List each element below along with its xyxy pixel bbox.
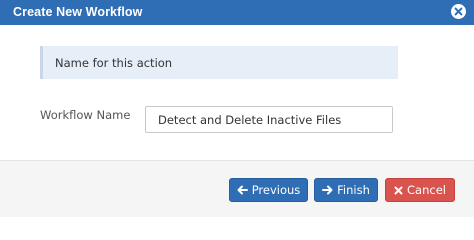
close-button[interactable] bbox=[451, 4, 466, 19]
previous-button[interactable]: Previous bbox=[229, 178, 308, 202]
finish-label: Finish bbox=[337, 183, 370, 197]
finish-button[interactable]: Finish bbox=[314, 178, 378, 202]
workflow-name-input[interactable] bbox=[145, 106, 393, 133]
workflow-name-label: Workflow Name bbox=[40, 108, 131, 122]
arrow-right-icon bbox=[322, 185, 333, 195]
close-circle-icon bbox=[454, 7, 463, 16]
arrow-left-icon bbox=[237, 185, 248, 195]
previous-label: Previous bbox=[251, 183, 301, 197]
cancel-button[interactable]: Cancel bbox=[385, 178, 455, 202]
hint-box: Name for this action bbox=[40, 46, 398, 79]
dialog-title: Create New Workflow bbox=[13, 5, 143, 19]
cancel-label: Cancel bbox=[407, 183, 446, 197]
close-icon bbox=[394, 186, 403, 194]
hint-text: Name for this action bbox=[55, 56, 173, 70]
dialog-titlebar: Create New Workflow bbox=[0, 0, 474, 25]
create-workflow-dialog: Create New Workflow Name for this action… bbox=[0, 0, 474, 217]
